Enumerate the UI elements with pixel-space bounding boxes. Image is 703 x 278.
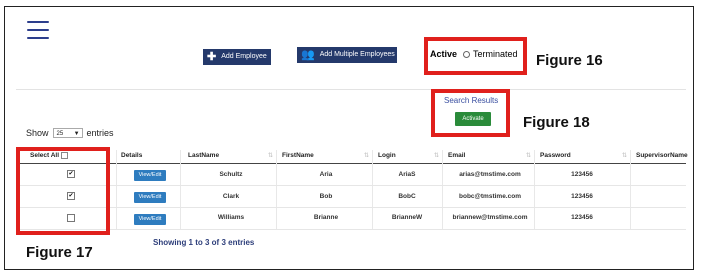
add-multiple-employees-button[interactable]: 👥 Add Multiple Employees — [297, 47, 397, 63]
lastname-cell: Clark — [222, 193, 240, 200]
sort-icon[interactable]: ⇅ — [268, 152, 273, 159]
firstname-cell: Brianne — [313, 214, 339, 221]
terminated-radio[interactable] — [463, 50, 471, 58]
page-size-select[interactable]: 25 ▼ — [52, 128, 83, 138]
email-header[interactable]: Email — [448, 152, 465, 159]
firstname-cell: Aria — [319, 171, 333, 178]
add-employee-button[interactable]: ✚ Add Employee — [203, 49, 271, 65]
sort-icon[interactable]: ⇅ — [526, 152, 531, 159]
active-option[interactable]: Active — [430, 49, 457, 59]
column-divider — [442, 150, 443, 230]
terminated-option[interactable]: Terminated — [473, 49, 518, 59]
lastname-cell: Williams — [217, 214, 245, 221]
details-header: Details — [121, 152, 143, 159]
login-header[interactable]: Login — [378, 152, 396, 159]
column-divider — [372, 150, 373, 230]
supervisor-header[interactable]: SupervisorName — [636, 152, 688, 159]
password-cell: 123456 — [571, 214, 593, 221]
figure-18-label: Figure 18 — [523, 114, 590, 131]
entries-label: entries — [86, 128, 114, 138]
show-entries: Show 25 ▼ entries — [26, 128, 114, 138]
sort-icon[interactable]: ⇅ — [622, 152, 627, 159]
lastname-header[interactable]: LastName — [188, 152, 219, 159]
row-divider — [16, 185, 686, 186]
divider — [16, 89, 686, 90]
firstname-header[interactable]: FirstName — [282, 152, 314, 159]
chevron-down-icon: ▼ — [73, 131, 80, 137]
showing-entries-text: Showing 1 to 3 of 3 entries — [153, 238, 255, 247]
figure-17-highlight — [16, 147, 110, 235]
column-divider — [534, 150, 535, 230]
email-cell: arias@tmstime.com — [459, 171, 521, 178]
password-cell: 123456 — [571, 193, 593, 200]
sort-icon[interactable]: ⇅ — [364, 152, 369, 159]
column-divider — [116, 150, 117, 230]
add-multiple-label: Add Multiple Employees — [319, 51, 395, 58]
email-cell: briannew@tmstime.com — [452, 214, 528, 221]
show-label: Show — [26, 128, 49, 138]
sort-icon[interactable]: ⇅ — [434, 152, 439, 159]
email-cell: bobc@tmstime.com — [459, 193, 521, 200]
figure-17-label: Figure 17 — [26, 244, 93, 261]
plus-icon: ✚ — [207, 51, 217, 63]
add-employee-label: Add Employee — [221, 53, 267, 60]
column-divider — [276, 150, 277, 230]
login-cell: AriaS — [398, 171, 416, 178]
column-divider — [630, 150, 631, 230]
password-header[interactable]: Password — [540, 152, 571, 159]
view-edit-button[interactable]: View/Edit — [134, 214, 166, 225]
column-divider — [180, 150, 181, 230]
activate-button[interactable]: Activate — [455, 112, 491, 126]
login-cell: BobC — [398, 193, 416, 200]
view-edit-button[interactable]: View/Edit — [134, 192, 166, 203]
login-cell: BrianneW — [391, 214, 423, 221]
users-icon: 👥 — [301, 49, 315, 61]
row-divider — [16, 207, 686, 208]
status-filter: Active Terminated — [430, 49, 518, 59]
search-results-label: Search Results — [444, 96, 499, 105]
view-edit-button[interactable]: View/Edit — [134, 170, 166, 181]
hamburger-menu-icon[interactable] — [27, 21, 49, 45]
password-cell: 123456 — [571, 171, 593, 178]
row-divider — [16, 229, 686, 230]
firstname-cell: Bob — [319, 193, 333, 200]
lastname-cell: Schultz — [219, 171, 243, 178]
figure-16-label: Figure 16 — [536, 52, 603, 69]
